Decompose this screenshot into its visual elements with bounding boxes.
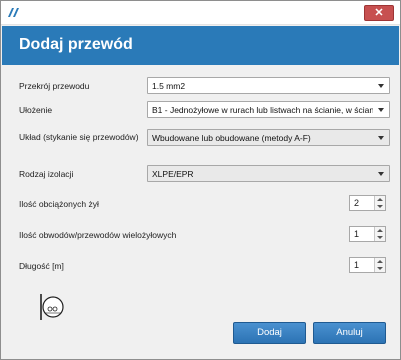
cross-section-value: 1.5 mm2 — [152, 81, 186, 91]
insulation-label: Rodzaj izolacji — [19, 169, 74, 179]
close-button[interactable]: ✕ — [364, 5, 394, 21]
chevron-down-icon[interactable] — [377, 267, 383, 270]
stepper-buttons[interactable] — [374, 227, 385, 241]
chevron-down-icon[interactable] — [377, 205, 383, 208]
loaded-cores-label: Ilość obciążonych żył — [19, 199, 99, 209]
chevron-up-icon[interactable] — [377, 260, 383, 263]
loaded-cores-value: 2 — [354, 198, 360, 208]
length-value: 1 — [354, 260, 360, 270]
cross-section-select[interactable]: 1.5 mm2 — [147, 77, 390, 94]
installation-label: Ułożenie — [19, 105, 53, 115]
app-logo-icon — [8, 8, 19, 17]
dialog-window: ✕ Dodaj przewód Przekrój przewodu 1.5 mm… — [0, 0, 401, 360]
title-bar: ✕ — [1, 1, 400, 25]
circuits-value: 1 — [354, 229, 360, 239]
add-button[interactable]: Dodaj — [233, 322, 306, 344]
insulation-select[interactable]: XLPE/EPR — [147, 165, 390, 182]
circuits-stepper[interactable]: 1 — [349, 226, 386, 242]
stepper-buttons[interactable] — [374, 258, 385, 272]
dialog-title: Dodaj przewód — [19, 36, 133, 53]
chevron-down-icon[interactable] — [377, 236, 383, 239]
arrangement-label: Układ (stykanie się przewodów) — [19, 132, 139, 142]
close-icon: ✕ — [374, 7, 384, 19]
length-stepper[interactable]: 1 — [349, 257, 386, 273]
chevron-down-icon — [378, 136, 384, 140]
chevron-up-icon[interactable] — [377, 229, 383, 232]
arrangement-select[interactable]: Wbudowane lub obudowane (metody A-F) — [147, 129, 390, 146]
dialog-header: Dodaj przewód — [2, 26, 399, 65]
loaded-cores-stepper[interactable]: 2 — [349, 195, 386, 211]
cancel-button[interactable]: Anuluj — [313, 322, 386, 344]
arrangement-value: Wbudowane lub obudowane (metody A-F) — [152, 133, 311, 143]
form-area: Przekrój przewodu 1.5 mm2 Ułożenie B1 - … — [2, 65, 399, 359]
insulation-value: XLPE/EPR — [152, 169, 194, 179]
installation-select[interactable]: B1 - Jednożyłowe w rurach lub listwach n… — [147, 101, 390, 118]
chevron-down-icon — [378, 108, 384, 112]
cross-section-label: Przekrój przewodu — [19, 81, 90, 91]
chevron-down-icon — [378, 172, 384, 176]
installation-value: B1 - Jednożyłowe w rurach lub listwach n… — [152, 105, 373, 115]
circuits-label: Ilość obwodów/przewodów wielożyłowych — [19, 230, 177, 240]
stepper-buttons[interactable] — [374, 196, 385, 210]
installation-method-icon — [40, 294, 64, 320]
chevron-up-icon[interactable] — [377, 198, 383, 201]
length-label: Długość [m] — [19, 261, 64, 271]
chevron-down-icon — [378, 84, 384, 88]
